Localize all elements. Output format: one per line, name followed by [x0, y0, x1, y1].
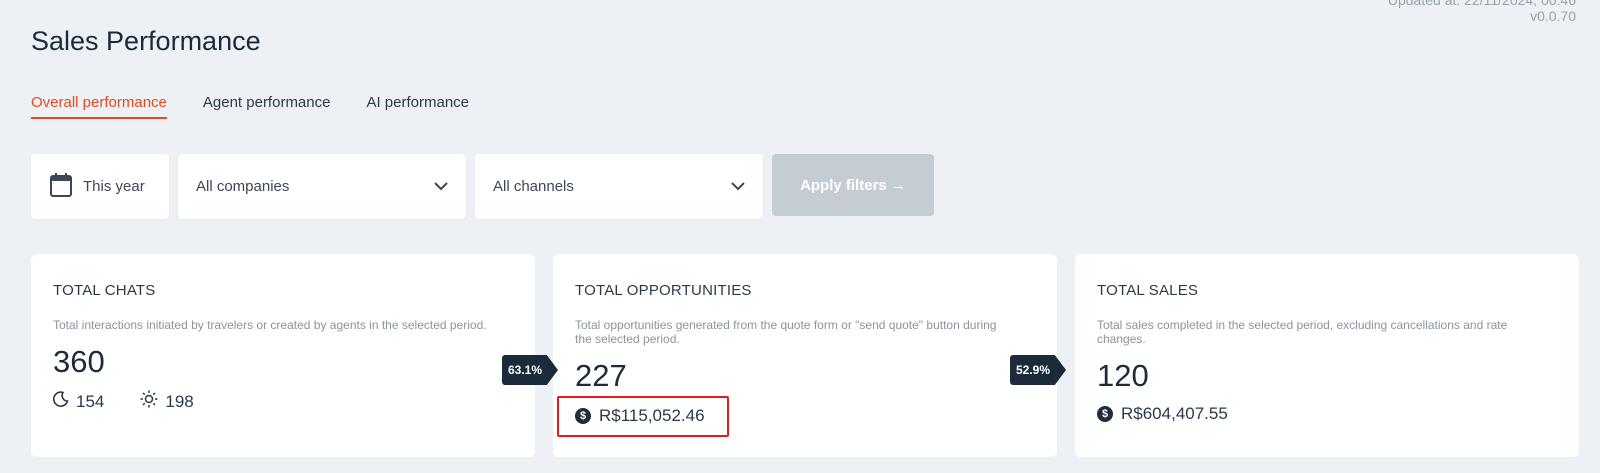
channels-select[interactable]: All channels: [475, 154, 763, 219]
companies-select[interactable]: All companies: [178, 154, 466, 219]
version-label: v0.0.70: [1530, 8, 1576, 24]
card-description: Total opportunities generated from the q…: [575, 318, 997, 346]
calendar-icon: [49, 172, 73, 202]
total-sales-card: TOTAL SALES Total sales completed in the…: [1075, 254, 1579, 457]
card-description: Total sales completed in the selected pe…: [1097, 318, 1508, 346]
sales-amount: $ R$604,407.55: [1097, 404, 1557, 424]
chevron-down-icon: [731, 178, 745, 195]
dollar-icon: $: [575, 408, 591, 424]
total-chats-card: TOTAL CHATS Total interactions initiated…: [31, 254, 535, 457]
card-description: Total interactions initiated by traveler…: [53, 318, 487, 332]
date-range-filter[interactable]: This year: [31, 154, 169, 219]
sales-amount-value: R$604,407.55: [1121, 404, 1228, 423]
night-chats: 154: [52, 391, 105, 412]
channels-select-value: All channels: [493, 178, 574, 195]
card-title: TOTAL SALES: [1097, 282, 1199, 299]
opportunities-amount-value: R$115,052.46: [599, 406, 705, 425]
apply-filters-button[interactable]: Apply filters →: [772, 154, 934, 216]
chat-breakdown: 154 198: [52, 390, 513, 413]
dollar-icon: $: [1097, 406, 1113, 422]
companies-select-value: All companies: [196, 178, 290, 195]
conversion-badge-chats-to-opportunities: 63.1%: [502, 355, 558, 385]
chevron-down-icon: [434, 178, 448, 195]
total-chats-value: 360: [53, 344, 105, 379]
date-range-label: This year: [83, 178, 145, 195]
day-chats: 198: [140, 390, 194, 413]
conversion-badge-opportunities-to-sales: 52.9%: [1010, 355, 1066, 385]
opportunities-amount: $ R$115,052.46: [575, 406, 705, 426]
card-title: TOTAL OPPORTUNITIES: [575, 282, 752, 299]
version-info: Updated at: 22/11/2024, 00:46 v0.0.70: [1388, 0, 1576, 24]
tab-agent-performance[interactable]: Agent performance: [203, 94, 331, 119]
updated-at: Updated at: 22/11/2024, 00:46: [1387, 0, 1576, 8]
sun-icon: [140, 390, 158, 413]
moon-icon: [52, 391, 69, 412]
metrics-cards: TOTAL CHATS Total interactions initiated…: [31, 254, 1579, 457]
night-chats-count: 154: [76, 391, 105, 411]
total-opportunities-value: 227: [575, 358, 627, 393]
total-sales-value: 120: [1097, 358, 1149, 393]
filter-bar: This year All companies All channels App…: [31, 154, 934, 219]
tab-ai-performance[interactable]: AI performance: [366, 94, 469, 119]
tab-overall-performance[interactable]: Overall performance: [31, 94, 167, 119]
page-title: Sales Performance: [31, 26, 261, 56]
card-title: TOTAL CHATS: [53, 282, 156, 299]
day-chats-count: 198: [165, 391, 194, 411]
total-opportunities-card: TOTAL OPPORTUNITIES Total opportunities …: [553, 254, 1057, 457]
performance-tabs: Overall performance Agent performance AI…: [31, 94, 469, 119]
